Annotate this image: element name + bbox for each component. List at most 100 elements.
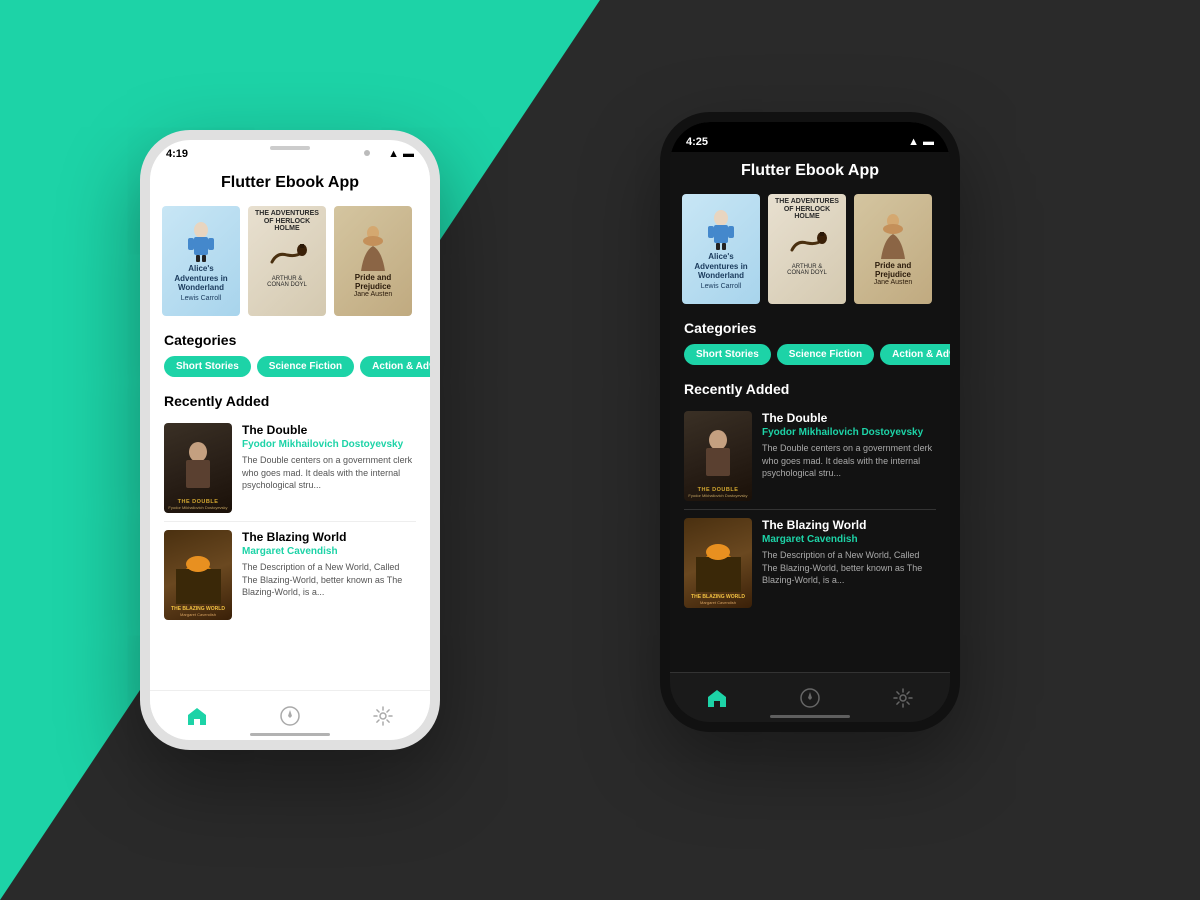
nav-explore-light[interactable] [279,705,301,727]
sherlock-author-light: ARTHUR &CONAN DOYL [267,276,307,288]
book-alice-dark[interactable]: Alice's Adventures in Wonderland Lewis C… [682,194,760,304]
time-light: 4:19 [166,148,188,160]
double-cover-author-light: Fyodor Mikhailovich Dostoyevsky [168,505,227,510]
recently-added-heading-light: Recently Added [150,385,430,415]
pride-title-dark: Pride and Prejudice [858,261,928,279]
nav-settings-light[interactable] [372,705,394,727]
book-info-blazing-light: The Blazing World Margaret Cavendish The… [242,530,416,599]
app-title-dark: Flutter Ebook App [670,152,950,186]
categories-chips-light: Short Stories Science Fiction Action & A… [150,354,430,385]
book-pride-dark[interactable]: Pride and Prejudice Jane Austen [854,194,932,304]
phone-camera-light [364,150,370,156]
home-icon-light [186,705,208,727]
battery-icon-dark: ▬ [923,136,934,148]
thumb-blazing-light: THE BLAZING WORLD Margaret Cavendish [164,530,232,620]
chip-action-light[interactable]: Action & Adventur [360,356,430,377]
double-title-light: The Double [242,423,416,437]
book-list-item-double-light[interactable]: THE DOUBLE Fyodor Mikhailovich Dostoyevs… [150,415,430,521]
thumb-blazing-dark: THE BLAZING WORLD Margaret Cavendish [684,518,752,608]
chip-short-stories-dark[interactable]: Short Stories [684,344,771,365]
categories-heading-dark: Categories [670,312,950,342]
chip-sci-fi-dark[interactable]: Science Fiction [777,344,874,365]
phone-screen-dark: 4:25 ▲ ▬ Flutter Ebook App [670,122,950,722]
status-icons-light: ▲ ▬ [388,148,414,160]
phone-light: 4:19 ▲ ▬ Flutter Ebook App [140,130,440,750]
nav-home-light[interactable] [186,705,208,727]
double-author-dark: Fyodor Mikhailovich Dostoyevsky [762,427,936,438]
book-sherlock-light[interactable]: THE ADVENTURES OF HERLOCK HOLME ARTHUR &… [248,206,326,316]
phone-dark: 4:25 ▲ ▬ Flutter Ebook App [660,112,960,732]
book-list-item-blazing-light[interactable]: THE BLAZING WORLD Margaret Cavendish The… [150,522,430,628]
blazing-cover-author-dark: Margaret Cavendish [700,600,736,605]
pride-author-dark: Jane Austen [874,279,913,286]
book-alice-light[interactable]: Alice's Adventures in Wonderland Lewis C… [162,206,240,316]
blazing-svg-light [176,549,221,604]
chip-sci-fi-light[interactable]: Science Fiction [257,356,354,377]
alice-figure-dark [706,210,736,250]
chip-action-dark[interactable]: Action & Adventur [880,344,950,365]
wifi-icon-light: ▲ [388,148,399,160]
settings-icon-light [372,705,394,727]
double-cover-author-dark: Fyodor Mikhailovich Dostoyevsky [688,493,747,498]
double-desc-dark: The Double centers on a government clerk… [762,442,936,480]
blazing-title-dark: The Blazing World [762,518,936,532]
blazing-svg-dark [696,537,741,592]
alice-figure-light [186,222,216,262]
sherlock-pipe-dark [787,225,827,260]
time-dark: 4:25 [686,136,708,148]
notch-dark [760,122,860,144]
alice-title-dark: Alice's Adventures in Wonderland [686,252,756,281]
book-pride-light[interactable]: Pride and Prejudice Jane Austen [334,206,412,316]
double-svg-dark [698,430,738,485]
double-author-light: Fyodor Mikhailovich Dostoyevsky [242,439,416,450]
sherlock-title-dark: THE ADVENTURES OF HERLOCK HOLME [772,198,842,221]
book-sherlock-dark[interactable]: THE ADVENTURES OF HERLOCK HOLME ARTHUR &… [768,194,846,304]
blazing-author-dark: Margaret Cavendish [762,534,936,545]
status-icons-dark: ▲ ▬ [908,136,934,148]
phone-screen-light: 4:19 ▲ ▬ Flutter Ebook App [150,140,430,740]
double-desc-light: The Double centers on a government clerk… [242,454,416,492]
double-title-dark: The Double [762,411,936,425]
alice-title-light: Alice's Adventures in Wonderland [166,264,236,293]
alice-author-dark: Lewis Carroll [701,283,741,290]
book-info-double-dark: The Double Fyodor Mikhailovich Dostoyevs… [762,411,936,480]
settings-icon-dark [892,687,914,709]
status-bar-light: 4:19 ▲ ▬ [150,140,430,164]
nav-settings-dark[interactable] [892,687,914,709]
pride-title-light: Pride and Prejudice [338,273,408,291]
blazing-cover-author-light: Margaret Cavendish [180,612,216,617]
phone-speaker-light [270,146,310,150]
thumb-double-light: THE DOUBLE Fyodor Mikhailovich Dostoyevs… [164,423,232,513]
pride-figure-dark [876,214,911,259]
alice-author-light: Lewis Carroll [181,295,221,302]
home-icon-dark [706,687,728,709]
thumb-double-dark: THE DOUBLE Fyodor Mikhailovich Dostoyevs… [684,411,752,501]
book-list-item-double-dark[interactable]: THE DOUBLE Fyodor Mikhailovich Dostoyevs… [670,403,950,509]
wifi-icon-dark: ▲ [908,136,919,148]
book-carousel-dark[interactable]: Alice's Adventures in Wonderland Lewis C… [670,186,950,312]
home-bar-light [250,733,330,736]
app-title-light: Flutter Ebook App [150,164,430,198]
compass-icon-dark [799,687,821,709]
book-list-item-blazing-dark[interactable]: THE BLAZING WORLD Margaret Cavendish The… [670,510,950,616]
sherlock-title-light: THE ADVENTURES OF HERLOCK HOLME [252,210,322,233]
chip-short-stories-light[interactable]: Short Stories [164,356,251,377]
blazing-title-light: The Blazing World [242,530,416,544]
screen-content-light: Flutter Ebook App Alice's Adventures in … [150,164,430,734]
pride-author-light: Jane Austen [354,291,393,298]
book-carousel-light[interactable]: Alice's Adventures in Wonderland Lewis C… [150,198,430,324]
nav-explore-dark[interactable] [799,687,821,709]
sherlock-pipe-light [267,237,307,272]
categories-chips-dark: Short Stories Science Fiction Action & A… [670,342,950,373]
book-info-blazing-dark: The Blazing World Margaret Cavendish The… [762,518,936,587]
categories-heading-light: Categories [150,324,430,354]
book-info-double-light: The Double Fyodor Mikhailovich Dostoyevs… [242,423,416,492]
compass-icon-light [279,705,301,727]
battery-icon-light: ▬ [403,148,414,160]
double-svg-light [178,442,218,497]
recently-added-heading-dark: Recently Added [670,373,950,403]
blazing-author-light: Margaret Cavendish [242,546,416,557]
nav-home-dark[interactable] [706,687,728,709]
pride-figure-light [356,226,391,271]
blazing-desc-light: The Description of a New World, Called T… [242,561,416,599]
